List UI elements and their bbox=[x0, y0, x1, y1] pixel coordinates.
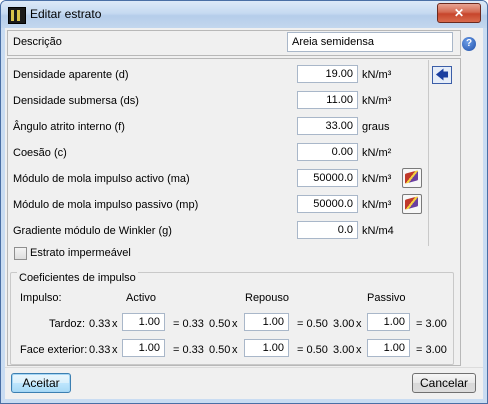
app-icon bbox=[8, 7, 26, 24]
passive-spring-label: Módulo de mola impulso passivo (mp) bbox=[13, 199, 199, 211]
submerged-density-unit: kN/m³ bbox=[362, 95, 392, 107]
tardoz-passive-input[interactable] bbox=[367, 313, 410, 331]
active-spring-input[interactable] bbox=[297, 169, 358, 187]
face-passive-result: = 3.00 bbox=[416, 344, 447, 356]
window-title: Editar estrato bbox=[30, 7, 102, 21]
tardoz-passive-x: x bbox=[356, 318, 362, 330]
face-exterior-label: Face exterior: bbox=[20, 344, 88, 356]
submerged-density-input[interactable] bbox=[297, 91, 358, 109]
active-spring-label: Módulo de mola impulso activo (ma) bbox=[13, 173, 190, 185]
density-label: Densidade aparente (d) bbox=[13, 69, 129, 81]
arrow-left-icon[interactable]: 🡄 bbox=[432, 66, 452, 84]
description-label: Descrição bbox=[13, 36, 62, 48]
tardoz-active-input[interactable] bbox=[122, 313, 165, 331]
tardoz-label: Tardoz: bbox=[49, 318, 86, 330]
impulse-label: Impulso: bbox=[20, 292, 62, 304]
friction-angle-input[interactable] bbox=[297, 117, 358, 135]
active-header: Activo bbox=[126, 292, 156, 304]
cohesion-label: Coesão (c) bbox=[13, 147, 67, 159]
tardoz-active-base: 0.33 bbox=[89, 318, 111, 330]
help-icon[interactable]: ? bbox=[462, 37, 476, 51]
title-bar[interactable]: Editar estrato ✕ bbox=[1, 1, 487, 28]
density-unit: kN/m³ bbox=[362, 69, 392, 81]
dialog-window: Editar estrato ✕ Descrição ? Densidade a… bbox=[0, 0, 488, 404]
accept-button[interactable]: Aceitar bbox=[11, 373, 71, 393]
face-rest-x: x bbox=[232, 344, 238, 356]
face-active-result: = 0.33 bbox=[173, 344, 204, 356]
impermeable-label: Estrato impermeável bbox=[30, 247, 131, 259]
face-active-x: x bbox=[112, 344, 118, 356]
tardoz-rest-input[interactable] bbox=[244, 313, 289, 331]
friction-angle-label: Ângulo atrito interno (f) bbox=[13, 121, 125, 133]
winkler-input[interactable] bbox=[297, 221, 358, 239]
tardoz-rest-x: x bbox=[232, 318, 238, 330]
winkler-unit: kN/m4 bbox=[362, 225, 394, 237]
cohesion-unit: kN/m² bbox=[362, 147, 392, 159]
tardoz-rest-result: = 0.50 bbox=[297, 318, 328, 330]
coefficients-group-title: Coeficientes de impulso bbox=[17, 272, 138, 284]
passive-spring-unit: kN/m³ bbox=[362, 199, 392, 211]
book-icon[interactable] bbox=[402, 194, 422, 214]
footer-divider bbox=[5, 367, 483, 368]
dialog-body: Descrição ? Densidade aparente (d) kN/m³… bbox=[5, 28, 483, 399]
tardoz-passive-base: 3.00 bbox=[333, 318, 355, 330]
face-passive-x: x bbox=[356, 344, 362, 356]
cohesion-input[interactable] bbox=[297, 143, 358, 161]
friction-angle-unit: graus bbox=[362, 121, 390, 133]
face-active-base: 0.33 bbox=[89, 344, 111, 356]
tardoz-active-result: = 0.33 bbox=[173, 318, 204, 330]
face-passive-base: 3.00 bbox=[333, 344, 355, 356]
close-button[interactable]: ✕ bbox=[437, 3, 481, 23]
impermeable-checkbox[interactable] bbox=[14, 247, 27, 260]
rest-header: Repouso bbox=[245, 292, 290, 304]
winkler-label: Gradiente módulo de Winkler (g) bbox=[13, 225, 172, 237]
face-rest-input[interactable] bbox=[244, 339, 289, 357]
tardoz-active-x: x bbox=[112, 318, 118, 330]
vertical-separator bbox=[428, 60, 429, 246]
face-passive-input[interactable] bbox=[367, 339, 410, 357]
active-spring-unit: kN/m³ bbox=[362, 173, 392, 185]
passive-spring-input[interactable] bbox=[297, 195, 358, 213]
tardoz-passive-result: = 3.00 bbox=[416, 318, 447, 330]
face-active-input[interactable] bbox=[122, 339, 165, 357]
tardoz-rest-base: 0.50 bbox=[209, 318, 231, 330]
density-input[interactable] bbox=[297, 65, 358, 83]
submerged-density-label: Densidade submersa (ds) bbox=[13, 95, 139, 107]
face-rest-result: = 0.50 bbox=[297, 344, 328, 356]
face-rest-base: 0.50 bbox=[209, 344, 231, 356]
description-input[interactable] bbox=[287, 32, 453, 52]
book-icon[interactable] bbox=[402, 168, 422, 188]
cancel-button[interactable]: Cancelar bbox=[412, 373, 476, 393]
passive-header: Passivo bbox=[367, 292, 406, 304]
